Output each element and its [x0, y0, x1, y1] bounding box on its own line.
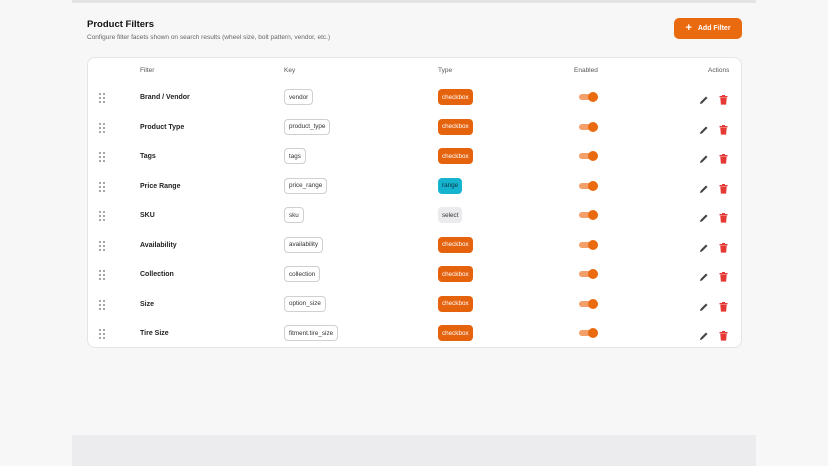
filter-type-badge: range: [438, 177, 463, 194]
pencil-icon[interactable]: [699, 328, 709, 340]
filter-name: Tire Size: [140, 330, 169, 337]
table-header: Filter Key Type Enabled Actions: [88, 58, 741, 84]
page-title: Product Filters: [87, 19, 155, 30]
filter-key: price_range: [284, 177, 328, 194]
filter-name: Tags: [140, 153, 156, 160]
filter-type-badge: checkbox: [438, 236, 473, 253]
enabled-toggle[interactable]: [579, 210, 598, 220]
drag-handle-icon[interactable]: [99, 270, 105, 280]
table-row: Tire Size fitment.tire_size checkbox: [88, 320, 741, 350]
trash-icon[interactable]: [719, 240, 728, 253]
trash-icon[interactable]: [719, 269, 728, 282]
filter-name: Availability: [140, 241, 177, 249]
column-header-key: Key: [284, 67, 296, 74]
table-row: SKU sku select: [88, 202, 741, 232]
trash-icon[interactable]: [719, 122, 728, 135]
drag-handle-icon[interactable]: [99, 93, 105, 103]
filter-key: product_type: [284, 118, 331, 135]
pencil-icon[interactable]: [699, 240, 709, 252]
table-row: Product Type product_type checkbox: [88, 114, 741, 144]
filter-key: fitment.tire_size: [284, 325, 339, 341]
pencil-icon[interactable]: [699, 181, 709, 193]
filters-table: Filter Key Type Enabled Actions Brand / …: [87, 57, 742, 348]
filter-type-badge: select: [438, 207, 463, 223]
trash-icon[interactable]: [719, 92, 728, 105]
table-row: Price Range price_range range: [88, 173, 741, 203]
trash-icon[interactable]: [719, 210, 728, 223]
filter-name: Size: [140, 300, 155, 308]
filter-key: sku: [284, 207, 304, 223]
enabled-toggle[interactable]: [579, 121, 598, 132]
trash-icon[interactable]: [719, 328, 728, 341]
pencil-icon[interactable]: [699, 210, 709, 222]
drag-handle-icon[interactable]: [99, 181, 105, 192]
table-row: Availability availability checkbox: [88, 232, 741, 262]
drag-handle-icon[interactable]: [99, 329, 105, 339]
filter-type-badge: checkbox: [438, 89, 473, 105]
trash-icon[interactable]: [719, 299, 728, 312]
enabled-toggle[interactable]: [579, 151, 598, 161]
column-header-type: Type: [438, 67, 453, 74]
drag-handle-icon[interactable]: [99, 122, 105, 133]
add-filter-label: Add Filter: [697, 25, 731, 32]
filter-name: Brand / Vendor: [140, 94, 190, 101]
filter-key: vendor: [284, 89, 314, 105]
drag-handle-icon[interactable]: [99, 240, 105, 251]
filter-key: availability: [284, 236, 324, 253]
filter-type-badge: checkbox: [438, 148, 473, 164]
add-filter-button[interactable]: + Add Filter: [674, 18, 742, 39]
page-subtitle: Configure filter facets shown on search …: [87, 34, 331, 41]
enabled-toggle[interactable]: [579, 239, 598, 250]
enabled-toggle[interactable]: [579, 298, 598, 309]
filter-key: tags: [284, 148, 306, 164]
table-row: Size option_size checkbox: [88, 291, 741, 321]
filter-type-badge: checkbox: [438, 266, 473, 282]
enabled-toggle[interactable]: [579, 328, 598, 338]
filter-name: Product Type: [140, 123, 185, 131]
trash-icon[interactable]: [719, 181, 728, 194]
filter-type-badge: checkbox: [438, 295, 473, 312]
enabled-toggle[interactable]: [579, 92, 598, 102]
table-row: Tags tags checkbox: [88, 143, 741, 173]
trash-icon[interactable]: [719, 151, 728, 164]
pencil-icon[interactable]: [699, 151, 709, 163]
enabled-toggle[interactable]: [579, 269, 598, 279]
pencil-icon[interactable]: [699, 269, 709, 281]
page-header: Product Filters Configure filter facets …: [87, 18, 742, 48]
drag-handle-icon[interactable]: [99, 299, 105, 310]
filter-type-badge: checkbox: [438, 325, 473, 341]
filter-type-badge: checkbox: [438, 118, 473, 135]
top-divider: [72, 0, 756, 3]
filter-name: SKU: [140, 212, 155, 219]
drag-handle-icon[interactable]: [99, 211, 105, 221]
column-header-enabled: Enabled: [574, 67, 598, 74]
column-header-filter: Filter: [140, 67, 155, 74]
drag-handle-icon[interactable]: [99, 152, 105, 162]
column-header-actions: Actions: [708, 67, 730, 74]
filter-key: option_size: [284, 295, 326, 312]
footer-area: [72, 435, 756, 466]
pencil-icon[interactable]: [699, 122, 709, 134]
enabled-toggle[interactable]: [579, 180, 598, 191]
table-row: Collection collection checkbox: [88, 261, 741, 291]
filter-name: Collection: [140, 271, 174, 278]
filter-key: collection: [284, 266, 321, 282]
filter-name: Price Range: [140, 182, 181, 190]
table-row: Brand / Vendor vendor checkbox: [88, 84, 741, 114]
pencil-icon[interactable]: [699, 299, 709, 311]
plus-icon: +: [685, 22, 692, 34]
pencil-icon[interactable]: [699, 92, 709, 104]
